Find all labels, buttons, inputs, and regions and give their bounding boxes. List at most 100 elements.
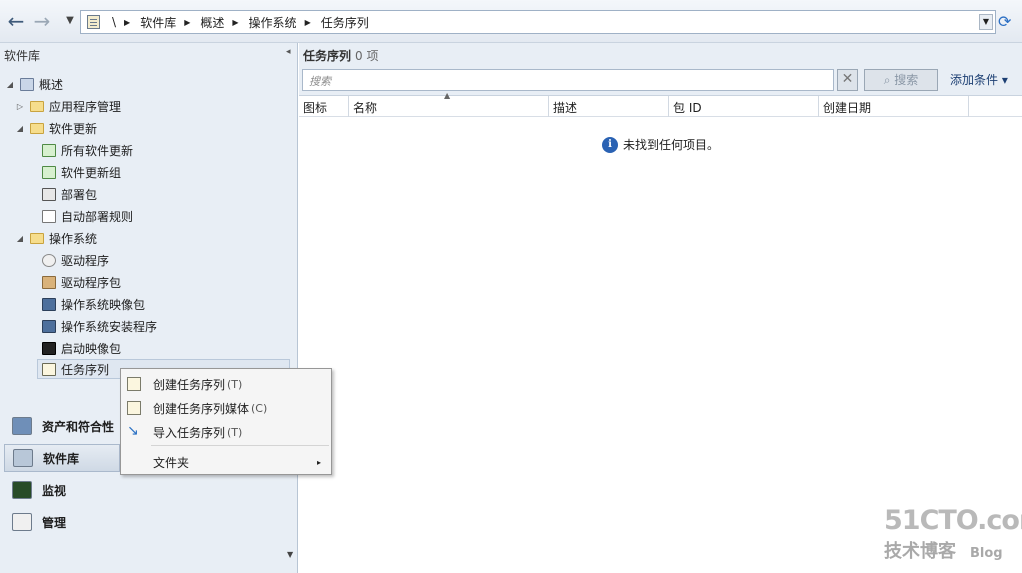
column-header-name[interactable]: 名称 xyxy=(349,96,549,117)
column-header-row: ▲ 图标 名称 描述 包 ID 创建日期 xyxy=(299,91,1022,117)
watermark-logo: 51CTO.com xyxy=(884,505,1022,536)
menu-item-import-task-sequence[interactable]: ↘ 导入任务序列 (T) xyxy=(121,421,331,443)
menu-item-label: 文件夹 xyxy=(153,455,190,470)
folder-icon xyxy=(30,122,44,134)
watermark-blog-text: Blog xyxy=(970,546,1003,561)
tree-item-update-groups[interactable]: 软件更新组 xyxy=(42,162,121,182)
deployment-package-icon xyxy=(42,187,56,201)
menu-item-create-task-sequence[interactable]: 创建任务序列 (T) xyxy=(121,373,331,395)
menu-item-label: 导入任务序列 xyxy=(153,425,226,440)
tree-item-software-updates[interactable]: ◢ 软件更新 xyxy=(14,118,97,138)
search-button[interactable]: ⌕ 搜索 xyxy=(864,69,938,91)
workspace-label: 软件库 xyxy=(43,451,80,466)
back-arrow-icon[interactable]: ← xyxy=(4,10,28,34)
breadcrumb-separator-icon[interactable]: ▶ xyxy=(124,18,130,27)
context-menu: 创建任务序列 (T) 创建任务序列媒体 (C) ↘ 导入任务序列 (T) 文件夹… xyxy=(120,368,332,475)
tree-item-label: 任务序列 xyxy=(61,362,110,377)
tree-item-drivers[interactable]: 驱动程序 xyxy=(42,250,109,270)
workspace-label: 管理 xyxy=(42,515,67,530)
breadcrumb-overview[interactable]: 概述 xyxy=(200,14,224,31)
address-dropdown-icon[interactable]: ▼ xyxy=(979,14,993,30)
software-update-icon xyxy=(42,143,56,157)
administration-icon xyxy=(12,513,32,531)
boot-image-icon xyxy=(42,341,56,355)
tree-item-label: 驱动程序 xyxy=(61,253,110,268)
list-title: 任务序列 0 项 xyxy=(303,47,378,64)
tree-item-deployment-packages[interactable]: 部署包 xyxy=(42,184,97,204)
forward-arrow-icon[interactable]: → xyxy=(30,10,54,34)
software-library-icon xyxy=(13,449,33,467)
import-arrow-icon: ↘ xyxy=(127,423,139,439)
breadcrumb-separator-icon[interactable]: ▶ xyxy=(184,18,190,27)
update-group-icon xyxy=(42,165,56,179)
tree-item-label: 软件更新组 xyxy=(61,165,122,180)
watermark-subtitle-text: 技术博客 xyxy=(884,541,956,562)
pane-title: 软件库 xyxy=(4,49,41,63)
address-bar[interactable]: \ ▶ 软件库 ▶ 概述 ▶ 操作系统 ▶ 任务序列 ▼ xyxy=(80,10,996,34)
content-pane: 任务序列 0 项 搜索 ✕ ⌕ 搜索 添加条件 ▾ ▲ 图标 名称 描述 包 ID… xyxy=(299,43,1022,573)
task-sequence-icon xyxy=(127,377,141,391)
os-image-icon xyxy=(42,297,56,311)
tree-item-application-management[interactable]: ▷ 应用程序管理 xyxy=(14,96,121,116)
breadcrumb-software-library[interactable]: 软件库 xyxy=(140,14,176,31)
tree-item-label: 所有软件更新 xyxy=(61,143,134,158)
tree-item-os-installers[interactable]: 操作系统安装程序 xyxy=(42,316,157,336)
workspace-monitoring[interactable]: 监视 xyxy=(4,476,120,504)
breadcrumb-task-sequences[interactable]: 任务序列 xyxy=(321,14,369,31)
folder-icon xyxy=(30,232,44,244)
workspace-label: 资产和符合性 xyxy=(42,419,115,434)
tree-item-driver-packages[interactable]: 驱动程序包 xyxy=(42,272,121,292)
folder-icon xyxy=(30,100,44,112)
expander-icon[interactable]: ◢ xyxy=(14,124,26,133)
workspace-software-library[interactable]: 软件库 xyxy=(4,444,120,472)
menu-accelerator: (T) xyxy=(227,425,243,439)
empty-message-text: 未找到任何项目。 xyxy=(623,138,720,152)
task-sequence-icon xyxy=(87,15,100,29)
expander-icon[interactable]: ◢ xyxy=(4,80,16,89)
breadcrumb-operating-systems[interactable]: 操作系统 xyxy=(249,14,297,31)
scroll-down-icon[interactable]: ▼ xyxy=(287,550,293,559)
expander-icon[interactable]: ▷ xyxy=(14,102,26,111)
add-criteria-button[interactable]: 添加条件 ▾ xyxy=(950,71,1008,88)
search-input[interactable]: 搜索 xyxy=(302,69,834,91)
tree-item-label: 部署包 xyxy=(61,187,98,202)
task-sequence-icon xyxy=(42,362,56,376)
tree-item-overview[interactable]: ◢ 概述 xyxy=(4,74,63,94)
watermark-subtitle: 技术博客 Blog xyxy=(884,537,1003,563)
workspace-assets-compliance[interactable]: 资产和符合性 xyxy=(4,412,120,440)
content-header: 任务序列 0 项 搜索 ✕ ⌕ 搜索 添加条件 ▾ xyxy=(299,43,1022,95)
list-title-text: 任务序列 xyxy=(303,49,352,63)
breadcrumb-separator-icon[interactable]: ▶ xyxy=(305,18,311,27)
tree-item-label: 应用程序管理 xyxy=(49,99,122,114)
tree-item-label: 驱动程序包 xyxy=(61,275,122,290)
history-dropdown-icon[interactable]: ▼ xyxy=(58,10,82,34)
breadcrumb-root[interactable]: \ xyxy=(112,15,116,29)
tree-item-label: 操作系统 xyxy=(49,231,98,246)
task-sequence-media-icon xyxy=(127,401,141,415)
menu-accelerator: (C) xyxy=(251,401,268,415)
workspace-administration[interactable]: 管理 xyxy=(4,508,120,536)
navigation-bar: ← → ▼ \ ▶ 软件库 ▶ 概述 ▶ 操作系统 ▶ 任务序列 ▼ ⟳ xyxy=(0,0,1022,43)
deployment-rule-icon xyxy=(42,209,56,223)
tree-item-os-images[interactable]: 操作系统映像包 xyxy=(42,294,145,314)
menu-item-create-task-sequence-media[interactable]: 创建任务序列媒体 (C) xyxy=(121,397,331,419)
menu-item-folder[interactable]: 文件夹 ▸ xyxy=(121,451,331,473)
empty-list-message: i 未找到任何项目。 xyxy=(602,136,719,153)
collapse-pane-icon[interactable]: ◂ xyxy=(286,47,291,57)
breadcrumb-separator-icon[interactable]: ▶ xyxy=(232,18,238,27)
expander-icon[interactable]: ◢ xyxy=(14,234,26,243)
tree-item-all-software-updates[interactable]: 所有软件更新 xyxy=(42,140,133,160)
column-header-description[interactable]: 描述 xyxy=(549,96,669,117)
clear-search-button[interactable]: ✕ xyxy=(837,69,858,91)
tree-item-boot-images[interactable]: 启动映像包 xyxy=(42,338,121,358)
overview-icon xyxy=(20,77,34,91)
assets-icon xyxy=(12,417,32,435)
column-header-package-id[interactable]: 包 ID xyxy=(669,96,819,117)
tree-item-label: 操作系统安装程序 xyxy=(61,319,158,334)
tree-item-operating-systems[interactable]: ◢ 操作系统 xyxy=(14,228,97,248)
column-header-date-created[interactable]: 创建日期 xyxy=(819,96,969,117)
column-header-icon[interactable]: 图标 xyxy=(299,96,349,117)
refresh-icon[interactable]: ⟳ xyxy=(998,12,1011,31)
menu-accelerator: (T) xyxy=(227,377,243,391)
tree-item-auto-deployment-rules[interactable]: 自动部署规则 xyxy=(42,206,133,226)
